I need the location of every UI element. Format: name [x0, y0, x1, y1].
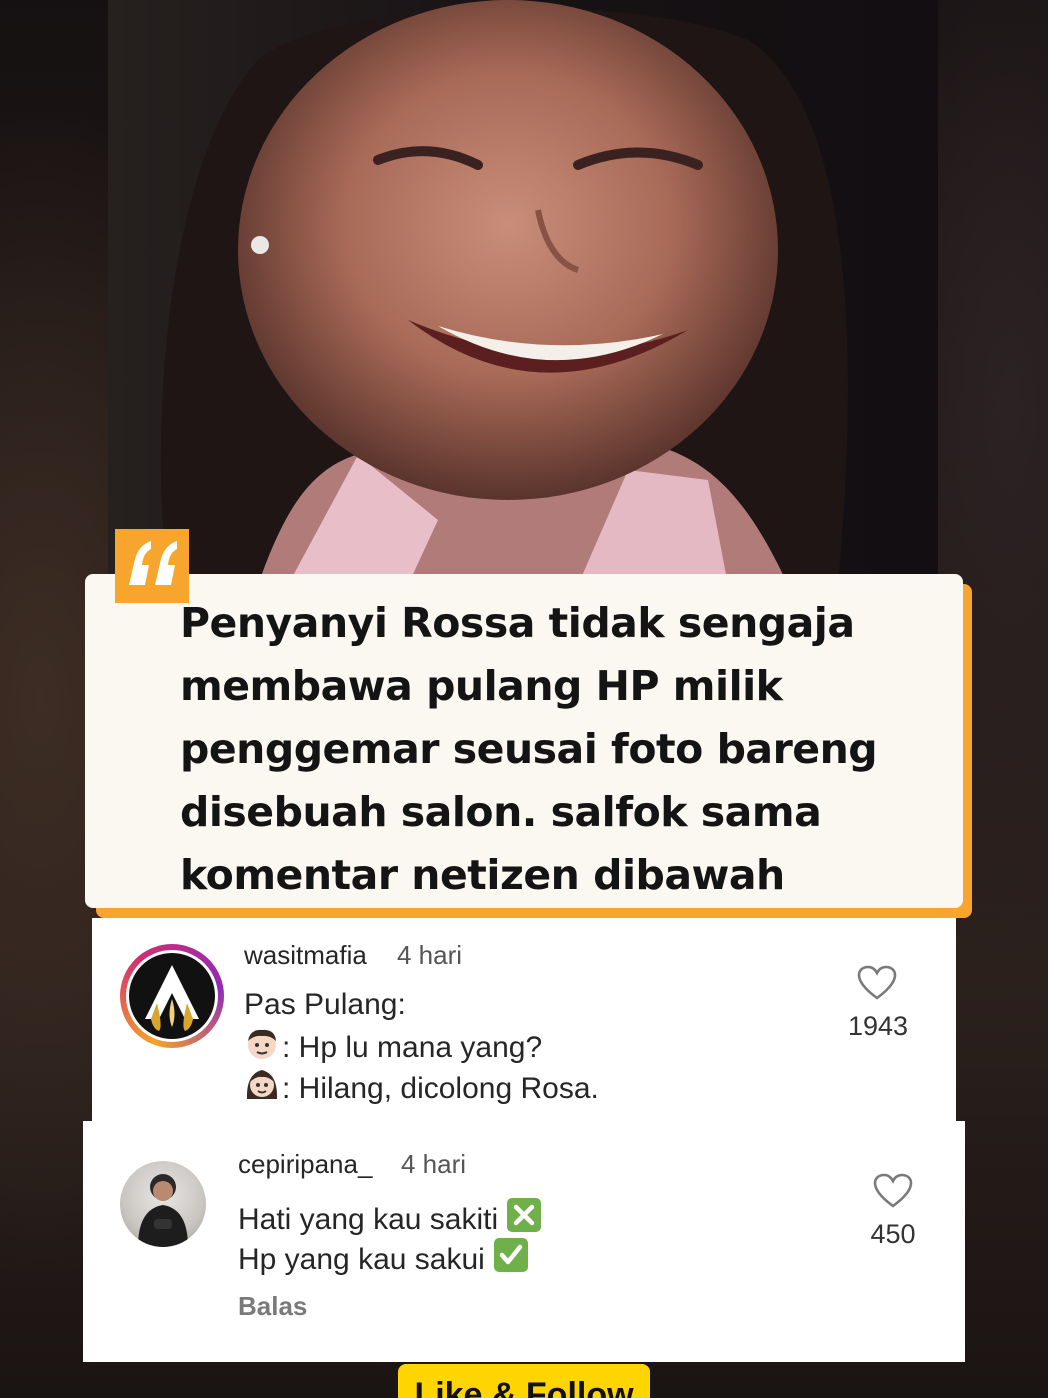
comment-text-line: : Hilang, dicolong Rosa.: [282, 1072, 599, 1105]
comment-text-line: Hp yang kau sakui: [238, 1243, 485, 1276]
comment-time: 4 hari: [401, 1149, 467, 1179]
woman-emoji-icon: [244, 1066, 280, 1110]
person-photo-icon: [138, 1174, 188, 1247]
video-image: [108, 0, 938, 585]
comment-username[interactable]: cepiripana_: [238, 1149, 372, 1180]
comment-text-line: : Hp lu mana yang?: [282, 1031, 543, 1064]
comment-text-line: Pas Pulang:: [244, 988, 406, 1021]
comment-username[interactable]: wasitmafia: [244, 940, 367, 971]
cross-mark-icon: [506, 1197, 542, 1241]
comment-text-line-row: Hati yang kau sakiti: [238, 1197, 544, 1241]
like-follow-button[interactable]: Like & Follow: [398, 1364, 650, 1398]
comment-text-line-row: Hp yang kau sakui: [238, 1237, 531, 1281]
comment-text-line-row: : Hp lu mana yang?: [244, 1027, 542, 1069]
quote-icon: [115, 529, 189, 603]
like-count: 450: [870, 1219, 916, 1249]
heart-icon[interactable]: [857, 965, 897, 1005]
comment-time: 4 hari: [397, 940, 463, 970]
comment-text-line-row: : Hilang, dicolong Rosa.: [244, 1066, 599, 1110]
comment-item: wasitmafia 4 hari Pas Pulang: : Hp lu ma…: [92, 918, 956, 1126]
reply-button[interactable]: Balas: [238, 1291, 307, 1322]
screen: Penyanyi Rossa tidak sengaja membawa pul…: [0, 0, 1048, 1398]
comment-item: cepiripana_ 4 hari Hati yang kau sakiti …: [83, 1121, 965, 1362]
avatar[interactable]: [120, 1161, 206, 1247]
caption-card: Penyanyi Rossa tidak sengaja membawa pul…: [85, 574, 963, 908]
man-emoji-icon: [244, 1027, 280, 1069]
video-frame[interactable]: [108, 0, 938, 585]
comment-text-line: Hati yang kau sakiti: [238, 1203, 499, 1236]
like-count: 1943: [847, 1011, 909, 1041]
caption-text: Penyanyi Rossa tidak sengaja membawa pul…: [180, 599, 878, 899]
logo-icon: [145, 965, 199, 1031]
heart-icon[interactable]: [873, 1173, 913, 1213]
check-mark-icon: [493, 1237, 529, 1281]
avatar[interactable]: [120, 944, 224, 1048]
